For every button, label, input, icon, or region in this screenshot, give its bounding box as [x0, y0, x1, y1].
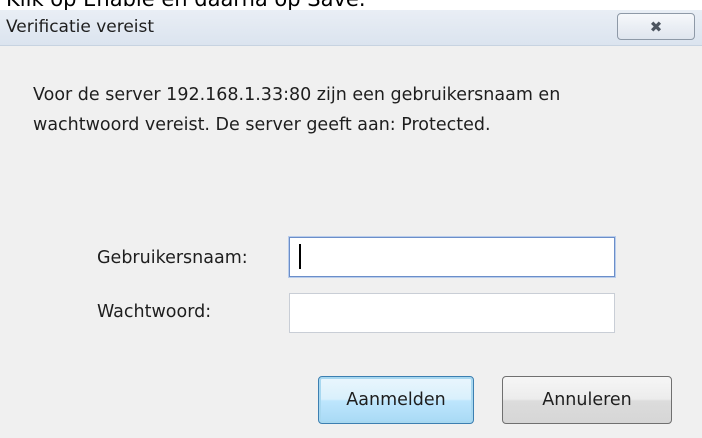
password-field[interactable]: [289, 293, 615, 333]
username-field[interactable]: [289, 237, 615, 277]
auth-message: Voor de server 192.168.1.33:80 zijn een …: [33, 85, 561, 135]
auth-dialog: Verificatie vereist ✖ Voor de server 192…: [0, 10, 702, 438]
dialog-title: Verificatie vereist: [6, 17, 155, 37]
close-button[interactable]: ✖: [617, 13, 695, 40]
username-label: Gebruikersnaam:: [97, 248, 248, 268]
dialog-titlebar: Verificatie vereist ✖: [0, 10, 702, 46]
dialog-body: Voor de server 192.168.1.33:80 zijn een …: [7, 46, 695, 431]
password-label: Wachtwoord:: [97, 302, 212, 322]
cancel-button[interactable]: Annuleren: [502, 376, 672, 424]
text-caret: [299, 244, 301, 269]
login-button[interactable]: Aanmelden: [318, 376, 474, 424]
close-icon: ✖: [649, 18, 663, 36]
